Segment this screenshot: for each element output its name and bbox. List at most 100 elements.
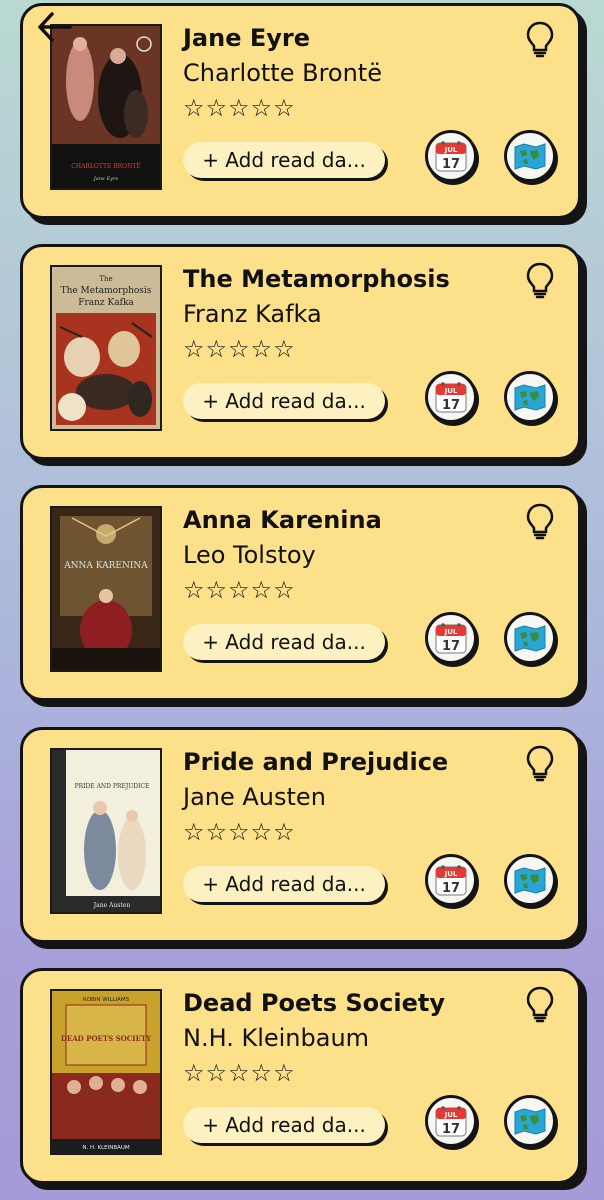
book-author: Jane Austen [183, 783, 326, 811]
calendar-button[interactable]: JUL 17 [425, 1095, 477, 1147]
calendar-icon: JUL 17 [435, 623, 467, 654]
svg-text:17: 17 [442, 881, 460, 896]
svg-text:JUL: JUL [444, 870, 458, 878]
book-cover[interactable]: PRIDE AND PREJUDICE Jane Austen [50, 748, 162, 914]
book-title: Jane Eyre [183, 24, 310, 52]
map-icon [514, 1108, 546, 1135]
star-icon[interactable]: ☆ [228, 576, 251, 604]
calendar-icon: JUL 17 [435, 1106, 467, 1137]
cover-top-text: ROBIN WILLIAMS [83, 997, 130, 1003]
book-title: Pride and Prejudice [183, 748, 449, 776]
calendar-icon: JUL 17 [435, 865, 467, 896]
map-icon [514, 867, 546, 894]
lightbulb-icon[interactable] [525, 985, 555, 1023]
book-card[interactable]: ANNA KARENINA Anna Karenina Leo Tolstoy … [20, 485, 581, 701]
cover-author-text: CHARLOTTE BRONTË [71, 163, 140, 170]
back-button[interactable] [30, 8, 74, 46]
star-icon[interactable]: ☆ [206, 1059, 229, 1087]
calendar-icon: JUL 17 [435, 382, 467, 413]
map-button[interactable] [504, 1095, 556, 1147]
book-cover[interactable]: The The Metamorphosis Franz Kafka [50, 265, 162, 431]
svg-text:17: 17 [442, 1122, 460, 1137]
svg-text:JUL: JUL [444, 1111, 458, 1119]
star-icon[interactable]: ☆ [206, 335, 229, 363]
map-icon [514, 143, 546, 170]
cover-title-text: Jane Eyre [93, 176, 119, 182]
book-cover[interactable]: ANNA KARENINA [50, 506, 162, 672]
book-card[interactable]: CHARLOTTE BRONTË Jane Eyre Jane Eyre Cha… [20, 3, 581, 219]
map-button[interactable] [504, 854, 556, 906]
lightbulb-icon[interactable] [525, 744, 555, 782]
lightbulb-icon[interactable] [525, 502, 555, 540]
svg-text:JUL: JUL [444, 146, 458, 154]
calendar-icon: JUL 17 [435, 141, 467, 172]
star-icon[interactable]: ☆ [251, 576, 274, 604]
arrow-left-icon [38, 12, 72, 42]
cover-author-text: Jane Austen [93, 902, 131, 909]
star-icon[interactable]: ☆ [228, 94, 251, 122]
star-icon[interactable]: ☆ [183, 94, 206, 122]
add-read-date-button[interactable]: + Add read da... [183, 142, 385, 178]
star-icon[interactable]: ☆ [228, 818, 251, 846]
star-rating[interactable]: ☆☆☆☆☆ [183, 576, 296, 604]
star-icon[interactable]: ☆ [183, 1059, 206, 1087]
cover-title-text: PRIDE AND PREJUDICE [75, 783, 150, 790]
calendar-button[interactable]: JUL 17 [425, 612, 477, 664]
cover-title-text: ANNA KARENINA [63, 561, 148, 571]
star-icon[interactable]: ☆ [183, 335, 206, 363]
lightbulb-icon[interactable] [525, 261, 555, 299]
lightbulb-icon[interactable] [525, 20, 555, 58]
star-icon[interactable]: ☆ [251, 1059, 274, 1087]
star-icon[interactable]: ☆ [206, 818, 229, 846]
map-icon [514, 625, 546, 652]
cover-author-text: N. H. KLEINBAUM [82, 1145, 130, 1151]
svg-text:JUL: JUL [444, 387, 458, 395]
add-read-date-button[interactable]: + Add read da... [183, 1107, 385, 1143]
svg-text:The: The [99, 275, 112, 283]
map-button[interactable] [504, 371, 556, 423]
star-icon[interactable]: ☆ [273, 576, 296, 604]
cover-title-text: The Metamorphosis [61, 286, 152, 296]
star-icon[interactable]: ☆ [251, 94, 274, 122]
book-card[interactable]: ROBIN WILLIAMS DEAD POETS SOCIETY N. H. … [20, 968, 581, 1184]
star-icon[interactable]: ☆ [228, 1059, 251, 1087]
book-title: Dead Poets Society [183, 989, 446, 1017]
book-cover[interactable]: CHARLOTTE BRONTË Jane Eyre [50, 24, 162, 190]
star-icon[interactable]: ☆ [273, 94, 296, 122]
map-button[interactable] [504, 130, 556, 182]
star-rating[interactable]: ☆☆☆☆☆ [183, 818, 296, 846]
book-author: N.H. Kleinbaum [183, 1024, 370, 1052]
star-icon[interactable]: ☆ [183, 818, 206, 846]
book-card[interactable]: The The Metamorphosis Franz Kafka The Me… [20, 244, 581, 460]
star-icon[interactable]: ☆ [273, 818, 296, 846]
svg-text:17: 17 [442, 639, 460, 654]
svg-text:JUL: JUL [444, 628, 458, 636]
calendar-button[interactable]: JUL 17 [425, 854, 477, 906]
calendar-button[interactable]: JUL 17 [425, 371, 477, 423]
add-read-date-button[interactable]: + Add read da... [183, 624, 385, 660]
book-cover[interactable]: ROBIN WILLIAMS DEAD POETS SOCIETY N. H. … [50, 989, 162, 1155]
svg-text:17: 17 [442, 398, 460, 413]
star-icon[interactable]: ☆ [183, 576, 206, 604]
calendar-button[interactable]: JUL 17 [425, 130, 477, 182]
add-read-date-button[interactable]: + Add read da... [183, 383, 385, 419]
star-icon[interactable]: ☆ [228, 335, 251, 363]
star-icon[interactable]: ☆ [206, 576, 229, 604]
cover-title-text: DEAD POETS SOCIETY [61, 1034, 152, 1043]
star-icon[interactable]: ☆ [251, 818, 274, 846]
star-rating[interactable]: ☆☆☆☆☆ [183, 335, 296, 363]
add-read-date-button[interactable]: + Add read da... [183, 866, 385, 902]
star-icon[interactable]: ☆ [206, 94, 229, 122]
book-author: Charlotte Brontë [183, 59, 382, 87]
book-title: Anna Karenina [183, 506, 382, 534]
book-card[interactable]: PRIDE AND PREJUDICE Jane Austen Pride an… [20, 727, 581, 943]
book-title: The Metamorphosis [183, 265, 450, 293]
star-icon[interactable]: ☆ [273, 1059, 296, 1087]
svg-text:17: 17 [442, 157, 460, 172]
star-rating[interactable]: ☆☆☆☆☆ [183, 94, 296, 122]
map-button[interactable] [504, 612, 556, 664]
book-author: Leo Tolstoy [183, 541, 316, 569]
star-icon[interactable]: ☆ [273, 335, 296, 363]
star-icon[interactable]: ☆ [251, 335, 274, 363]
star-rating[interactable]: ☆☆☆☆☆ [183, 1059, 296, 1087]
